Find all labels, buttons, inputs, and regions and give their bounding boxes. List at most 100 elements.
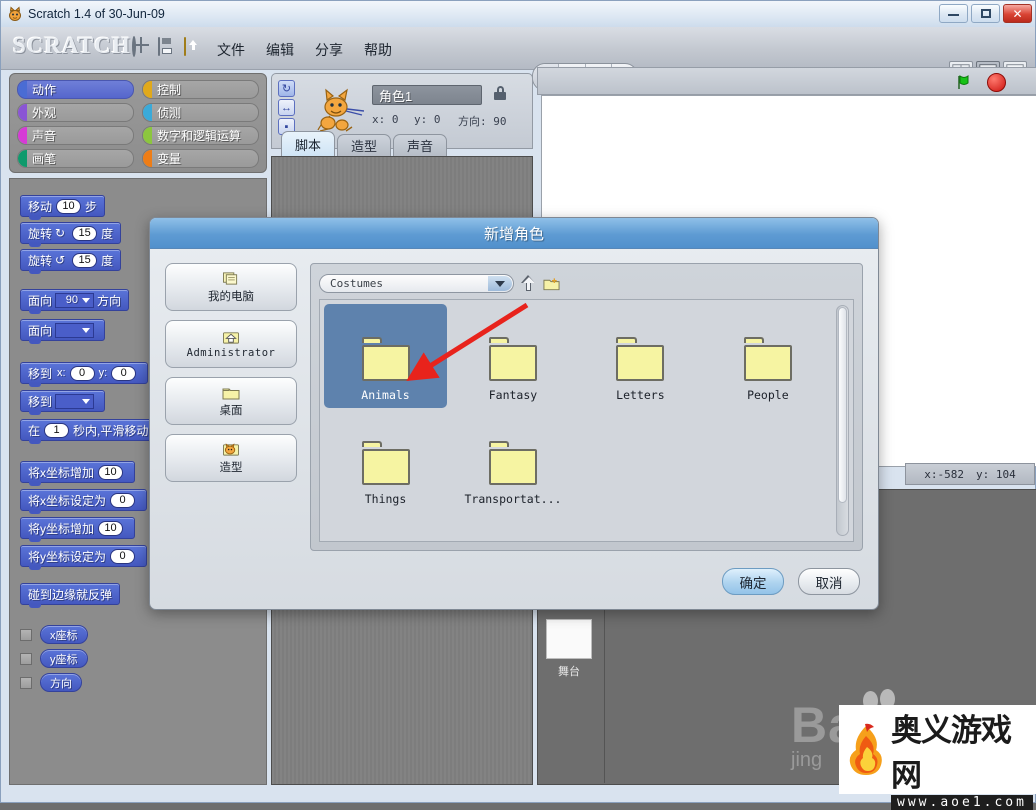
category-looks[interactable]: 外观: [17, 103, 134, 122]
stage-thumbnail[interactable]: [546, 619, 592, 659]
block-text: 将x坐标增加: [28, 465, 95, 480]
block-change-y-by[interactable]: 将y坐标增加 10: [20, 517, 136, 542]
block-number-field[interactable]: 1: [44, 422, 70, 438]
file-item-fantasy[interactable]: Fantasy: [451, 304, 574, 408]
reporter-y-position[interactable]: y座标: [40, 649, 88, 668]
watcher-checkbox-x[interactable]: [20, 628, 32, 641]
folder-body: [361, 344, 410, 381]
menu-share[interactable]: 分享: [315, 40, 343, 60]
category-swatch: [18, 127, 27, 144]
block-number-field[interactable]: 10: [98, 464, 124, 480]
reporter-x-position[interactable]: x座标: [40, 625, 88, 644]
chevron-down-icon: [82, 398, 91, 404]
save-icon[interactable]: [158, 37, 178, 58]
place-label: 造型: [219, 461, 243, 474]
block-text: 将y坐标增加: [28, 521, 95, 536]
chevron-down-icon[interactable]: [488, 276, 512, 291]
file-item-things[interactable]: Things: [324, 408, 447, 512]
file-item-people[interactable]: People: [706, 304, 829, 408]
folder-body: [488, 344, 537, 381]
folder-icon: [616, 337, 665, 381]
place-costumes[interactable]: 造型: [165, 434, 297, 482]
sprite-name-field[interactable]: 角色1: [372, 85, 482, 105]
block-number-field[interactable]: 0: [110, 548, 136, 564]
reporter-direction[interactable]: 方向: [40, 673, 82, 692]
cancel-button[interactable]: 取消: [798, 568, 860, 595]
new-sprite-dialog: 新增角色 我的电脑 Administrator 桌面 造型 Costumes A…: [149, 217, 879, 610]
green-flag-icon[interactable]: [956, 74, 974, 90]
chevron-glyph: [495, 280, 505, 287]
block-point-in-direction[interactable]: 面向 90 方向: [20, 289, 130, 314]
menu-edit[interactable]: 编辑: [266, 40, 294, 60]
path-dropdown[interactable]: Costumes: [319, 274, 514, 293]
tab-costumes[interactable]: 造型: [337, 134, 392, 156]
stop-sign-icon[interactable]: [987, 73, 1006, 92]
block-number-field[interactable]: 0: [111, 365, 137, 381]
left-right-flip-button[interactable]: ↔: [278, 99, 295, 116]
block-number-field[interactable]: 10: [98, 520, 124, 536]
block-turn-counterclockwise[interactable]: 旋转 ↺ 15 度: [20, 249, 122, 274]
new-folder-icon[interactable]: [543, 277, 560, 291]
menu-help[interactable]: 帮助: [364, 40, 392, 60]
block-dropdown[interactable]: [55, 322, 95, 338]
ok-button[interactable]: 确定: [722, 568, 784, 595]
block-notch: [29, 566, 41, 570]
folder-tab: [743, 337, 765, 344]
menu-file[interactable]: 文件: [217, 40, 245, 60]
block-dropdown[interactable]: [55, 393, 95, 409]
block-dropdown[interactable]: 90: [55, 292, 95, 308]
block-number-field[interactable]: 0: [69, 365, 95, 381]
share-upload-icon[interactable]: [184, 37, 204, 58]
watcher-checkbox-direction[interactable]: [20, 676, 32, 689]
lock-icon[interactable]: [494, 86, 506, 100]
tab-scripts[interactable]: 脚本: [281, 131, 336, 156]
scrollbar-thumb[interactable]: [838, 307, 847, 503]
category-variables[interactable]: 变量: [142, 149, 259, 168]
block-number-field[interactable]: 0: [110, 492, 136, 508]
close-button[interactable]: ✕: [1003, 4, 1032, 23]
block-number-field[interactable]: 10: [56, 198, 82, 214]
category-sensing[interactable]: 侦测: [142, 103, 259, 122]
file-item-letters[interactable]: Letters: [579, 304, 702, 408]
tab-sounds[interactable]: 声音: [393, 134, 448, 156]
block-number-field[interactable]: 15: [72, 225, 98, 241]
file-list-pane[interactable]: Animals Fantasy Letters People Things Tr…: [319, 299, 854, 542]
block-number-field[interactable]: 15: [72, 252, 98, 268]
block-notch: [29, 482, 41, 486]
block-text: x:: [57, 367, 66, 379]
block-point-towards[interactable]: 面向: [20, 319, 106, 344]
place-my-computer[interactable]: 我的电脑: [165, 263, 297, 311]
up-one-level-icon[interactable]: [521, 275, 536, 292]
minimize-button[interactable]: [939, 4, 968, 23]
sprite-y-readout: y: 0: [414, 113, 441, 126]
file-item-transportation[interactable]: Transportat...: [451, 408, 574, 512]
block-go-to-xy[interactable]: 移到 x: 0 y: 0: [20, 362, 149, 387]
block-if-on-edge-bounce[interactable]: 碰到边缘就反弹: [20, 583, 121, 608]
globe-icon[interactable]: [132, 36, 152, 58]
maximize-button[interactable]: [971, 4, 1000, 23]
sprite-thumbnail[interactable]: [306, 81, 365, 137]
block-move-steps[interactable]: 移动 10 步: [20, 195, 106, 220]
block-glide[interactable]: 在 1 秒内,平滑移动到: [20, 419, 169, 444]
category-control[interactable]: 控制: [142, 80, 259, 99]
category-motion[interactable]: 动作: [17, 80, 134, 99]
block-set-x-to[interactable]: 将x坐标设定为 0: [20, 489, 148, 514]
block-turn-clockwise[interactable]: 旋转 ↻ 15 度: [20, 222, 122, 247]
block-set-y-to[interactable]: 将y坐标设定为 0: [20, 545, 148, 570]
lock-body: [494, 92, 506, 100]
category-pen[interactable]: 画笔: [17, 149, 134, 168]
block-change-x-by[interactable]: 将x坐标增加 10: [20, 461, 136, 486]
watcher-checkbox-y[interactable]: [20, 652, 32, 665]
category-sound[interactable]: 声音: [17, 126, 134, 145]
scratch-menubar: SCRATCH 文件 编辑 分享 帮助: [1, 27, 1035, 91]
block-go-to-object[interactable]: 移到: [20, 390, 106, 415]
rotate-freely-button[interactable]: ↻: [278, 80, 295, 97]
file-list-scrollbar[interactable]: [836, 305, 849, 536]
place-administrator[interactable]: Administrator: [165, 320, 297, 368]
file-item-animals[interactable]: Animals: [324, 304, 447, 408]
category-operators[interactable]: 数字和逻辑运算: [142, 126, 259, 145]
place-desktop[interactable]: 桌面: [165, 377, 297, 425]
file-item-label: Letters: [616, 388, 665, 402]
block-notch: [29, 538, 41, 542]
block-text: 步: [85, 199, 98, 214]
